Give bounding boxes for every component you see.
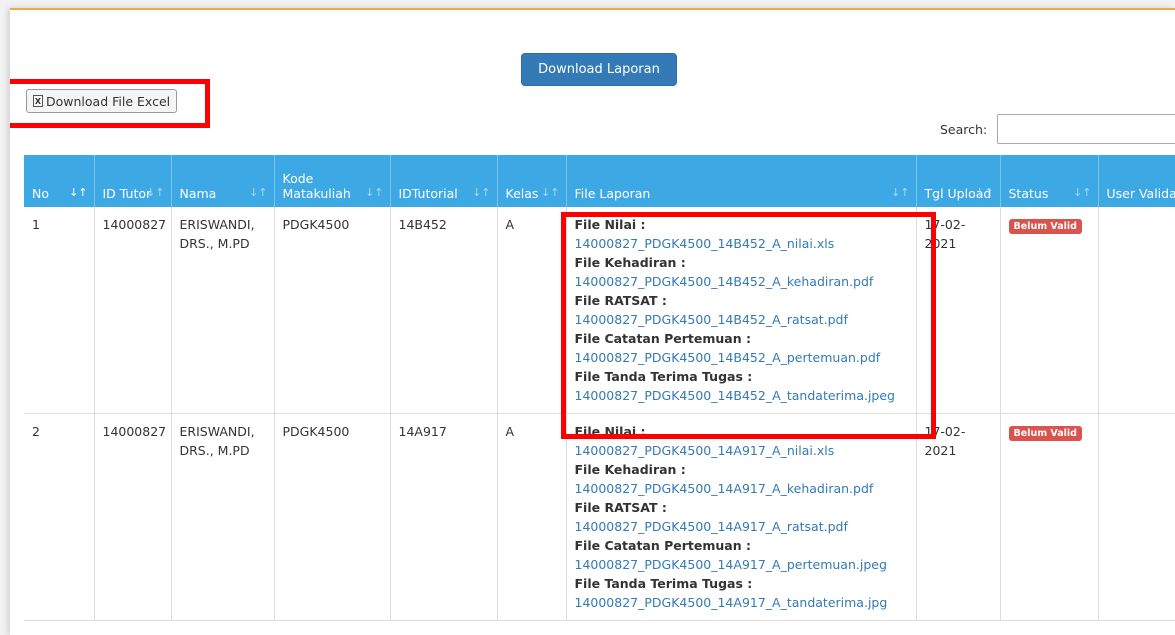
sort-icon[interactable]: ↓↑ [69,185,87,200]
file-label: File Catatan Pertemuan : [575,329,908,348]
sort-icon[interactable]: ↓↑ [249,185,267,200]
file-label: File Kehadiran : [575,460,908,479]
file-label: File Kehadiran : [575,253,908,272]
cell-nama: ERISWANDI, DRS., M.PD [171,207,274,414]
cell-no: 1 [24,207,94,414]
column-header-label: Kode Matakuliah [283,171,351,201]
cell-tgl-upload: 17-02-2021 [916,207,1000,414]
cell-status: Belum Valid [1000,414,1098,621]
cell-kelas: A [497,207,566,414]
file-download-link[interactable]: 14000827_PDGK4500_14A917_A_kehadiran.pdf [575,479,908,498]
column-header-label: User Validasi [1107,186,1175,201]
file-download-link[interactable]: 14000827_PDGK4500_14A917_A_tandaterima.j… [575,593,908,612]
column-header-no[interactable]: No ↓↑ [24,155,94,207]
column-header-file-laporan[interactable]: File Laporan ↓↑ [566,155,916,207]
column-header-label: No [32,186,49,201]
cell-user-validasi [1098,207,1175,414]
file-label: File RATSAT : [575,291,908,310]
cell-idtutorial: 14A917 [390,414,497,621]
report-table: No↓↑ID Tutor↓↑Nama↓↑Kode Matakuliah↓↑IDT… [24,155,1175,621]
cell-id-tutor: 14000827 [94,207,171,414]
table-row: 214000827ERISWANDI, DRS., M.PDPDGK450014… [24,414,1175,621]
cell-no: 2 [24,414,94,621]
column-header-user-validasi[interactable]: User Validasi [1098,155,1175,207]
download-laporan-button[interactable]: Download Laporan [521,53,677,86]
column-header-tgl-upload[interactable]: Tgl Upload↓↑ [916,155,1000,207]
table-header-row: No↓↑ID Tutor↓↑Nama↓↑Kode Matakuliah↓↑IDT… [24,155,1175,207]
sort-icon[interactable]: ↓↑ [1073,185,1091,200]
excel-file-icon: X [33,95,43,107]
column-header-id-tutor[interactable]: ID Tutor↓↑ [94,155,171,207]
cell-nama: ERISWANDI, DRS., M.PD [171,414,274,621]
content-panel: Download Laporan X Download File Excel S… [10,8,1175,635]
search-input[interactable] [997,114,1175,144]
cell-file-laporan: File Nilai :14000827_PDGK4500_14B452_A_n… [566,207,916,414]
cell-tgl-upload: 17-02-2021 [916,414,1000,621]
file-download-link[interactable]: 14000827_PDGK4500_14A917_A_ratsat.pdf [575,517,908,536]
sort-icon[interactable]: ↓↑ [541,185,559,200]
sort-icon[interactable]: ↓↑ [146,185,164,200]
file-download-link[interactable]: 14000827_PDGK4500_14B452_A_kehadiran.pdf [575,272,908,291]
file-label: File Catatan Pertemuan : [575,536,908,555]
column-header-kode-matakuliah[interactable]: Kode Matakuliah ↓↑ [274,155,390,207]
column-header-nama[interactable]: Nama ↓↑ [171,155,274,207]
cell-kelas: A [497,414,566,621]
column-header-label: Status [1009,186,1049,201]
table-row: 114000827ERISWANDI, DRS., M.PDPDGK450014… [24,207,1175,414]
column-header-label: IDTutorial [399,186,458,201]
cell-user-validasi [1098,414,1175,621]
sort-icon[interactable]: ↓↑ [472,185,490,200]
column-header-idtutorial[interactable]: IDTutorial ↓↑ [390,155,497,207]
status-badge: Belum Valid [1009,426,1082,441]
cell-status: Belum Valid [1000,207,1098,414]
column-header-label: Kelas [506,186,539,201]
column-header-label: File Laporan [575,186,651,201]
sort-icon[interactable]: ↓↑ [891,185,909,200]
cell-idtutorial: 14B452 [390,207,497,414]
cell-kode: PDGK4500 [274,207,390,414]
file-download-link[interactable]: 14000827_PDGK4500_14B452_A_pertemuan.pdf [575,348,908,367]
status-badge: Belum Valid [1009,219,1082,234]
download-excel-label: Download File Excel [46,94,170,109]
file-download-link[interactable]: 14000827_PDGK4500_14B452_A_nilai.xls [575,234,908,253]
sort-icon[interactable]: ↓↑ [365,185,383,200]
search-label: Search: [940,122,987,137]
file-label: File Tanda Terima Tugas : [575,367,908,386]
sort-icon[interactable]: ↓↑ [975,185,993,200]
cell-file-laporan: File Nilai :14000827_PDGK4500_14A917_A_n… [566,414,916,621]
cell-kode: PDGK4500 [274,414,390,621]
file-label: File RATSAT : [575,498,908,517]
file-download-link[interactable]: 14000827_PDGK4500_14A917_A_pertemuan.jpe… [575,555,908,574]
column-header-label: Nama [180,186,217,201]
column-header-status[interactable]: Status ↓↑ [1000,155,1098,207]
file-download-link[interactable]: 14000827_PDGK4500_14A917_A_nilai.xls [575,441,908,460]
file-label: File Nilai : [575,215,908,234]
column-header-label: ID Tutor [103,186,152,201]
file-label: File Nilai : [575,422,908,441]
download-excel-button[interactable]: X Download File Excel [26,89,177,113]
file-label: File Tanda Terima Tugas : [575,574,908,593]
file-download-link[interactable]: 14000827_PDGK4500_14B452_A_tandaterima.j… [575,386,908,405]
cell-id-tutor: 14000827 [94,414,171,621]
column-header-kelas[interactable]: Kelas↓↑ [497,155,566,207]
file-download-link[interactable]: 14000827_PDGK4500_14B452_A_ratsat.pdf [575,310,908,329]
